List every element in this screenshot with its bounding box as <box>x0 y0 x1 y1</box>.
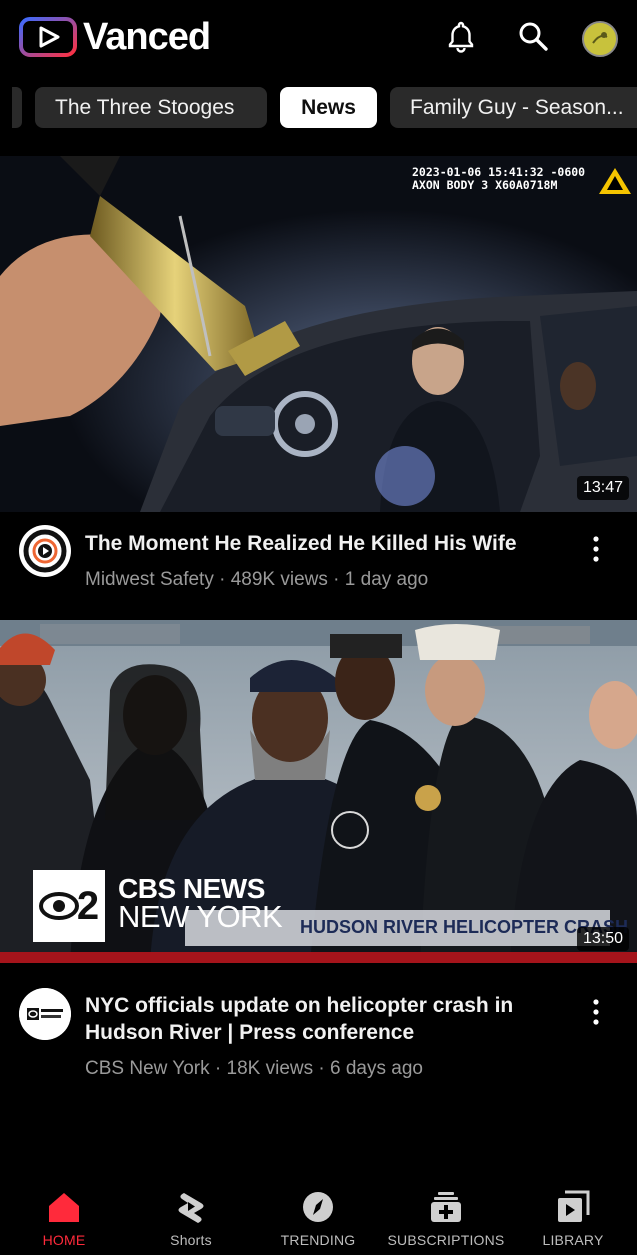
nav-trending[interactable]: TRENDING <box>258 1180 378 1248</box>
channel-name[interactable]: CBS New York <box>85 1058 210 1079</box>
view-count: 18K views <box>226 1058 314 1079</box>
nav-trending-label: TRENDING <box>280 1232 356 1248</box>
more-options-icon[interactable] <box>586 529 606 569</box>
app-name: Vanced <box>83 16 211 58</box>
avatar-icon <box>584 23 616 55</box>
upload-age: 1 day ago <box>344 569 429 590</box>
nav-home[interactable]: HOME <box>4 1180 124 1248</box>
cbs-news-wordmark: CBS NEWS NEW YORK <box>118 875 283 934</box>
nav-library[interactable]: LIBRARY <box>513 1180 633 1248</box>
nav-subscriptions-label: SUBSCRIPTIONS <box>387 1232 505 1248</box>
bodycam-thumbnail-image <box>0 156 637 512</box>
bodycam-device-id: AXON BODY 3 X60A0718M <box>412 178 558 192</box>
bodycam-overlay: 2023-01-06 15:41:32 -0600 AXON BODY 3 X6… <box>412 166 585 192</box>
cbs-channel-number-logo: 2 <box>33 870 105 942</box>
nav-subscriptions[interactable]: SUBSCRIPTIONS <box>386 1180 506 1248</box>
upload-age: 6 days ago <box>330 1058 423 1079</box>
top-app-bar: Vanced <box>0 0 637 80</box>
channel-name[interactable]: Midwest Safety <box>85 569 214 590</box>
channel-avatar[interactable] <box>19 525 71 577</box>
video-meta: CBS New York · 18K views · 6 days ago <box>85 1058 423 1079</box>
video-meta: Midwest Safety · 489K views · 1 day ago <box>85 569 429 590</box>
vanced-logo-icon <box>19 17 77 57</box>
view-count: 489K views <box>230 569 328 590</box>
subscriptions-icon <box>431 1192 461 1222</box>
duration-badge: 13:47 <box>576 476 629 500</box>
avatar[interactable] <box>582 21 618 57</box>
chip-three-stooges[interactable]: The Three Stooges <box>35 87 267 128</box>
video-title[interactable]: The Moment He Realized He Killed His Wif… <box>85 530 555 557</box>
nav-home-label: HOME <box>42 1232 86 1248</box>
cbs-channel-number: 2 <box>76 884 100 928</box>
search-icon[interactable] <box>515 18 551 54</box>
video-title[interactable]: NYC officials update on helicopter crash… <box>85 992 555 1046</box>
home-icon <box>49 1193 79 1222</box>
chip-family-guy[interactable]: Family Guy - Season... <box>390 87 637 128</box>
nav-shorts-label: Shorts <box>170 1232 212 1248</box>
bell-icon[interactable] <box>443 18 479 54</box>
chip-news[interactable]: News <box>280 87 377 128</box>
axon-logo-icon <box>599 168 631 194</box>
midwest-safety-logo-icon <box>20 526 70 576</box>
nav-library-label: LIBRARY <box>542 1232 604 1248</box>
video-thumbnail[interactable]: 2023-01-06 15:41:32 -0600 AXON BODY 3 X6… <box>0 156 637 512</box>
library-icon <box>558 1190 590 1222</box>
cbs-eye-icon <box>38 892 79 920</box>
video-thumbnail[interactable]: 2 CBS NEWS NEW YORK HUDSON RIVER HELICOP… <box>0 620 637 963</box>
app-logo[interactable]: Vanced <box>19 16 211 58</box>
chip-previous-partial[interactable] <box>12 87 22 128</box>
cbs-newyork-label: NEW YORK <box>118 899 283 934</box>
nav-shorts[interactable]: Shorts <box>131 1180 251 1248</box>
channel-avatar[interactable] <box>19 988 71 1040</box>
more-options-icon[interactable] <box>586 992 606 1032</box>
trending-icon <box>303 1192 333 1222</box>
category-chips: The Three Stooges News Family Guy - Seas… <box>0 87 637 128</box>
bottom-navigation: HOME Shorts TRENDING SUBSCRIPTIONS LIBRA… <box>0 1180 637 1255</box>
shorts-icon <box>178 1193 204 1223</box>
cbs-new-york-logo-icon <box>19 988 71 1040</box>
duration-badge: 13:50 <box>576 927 629 951</box>
